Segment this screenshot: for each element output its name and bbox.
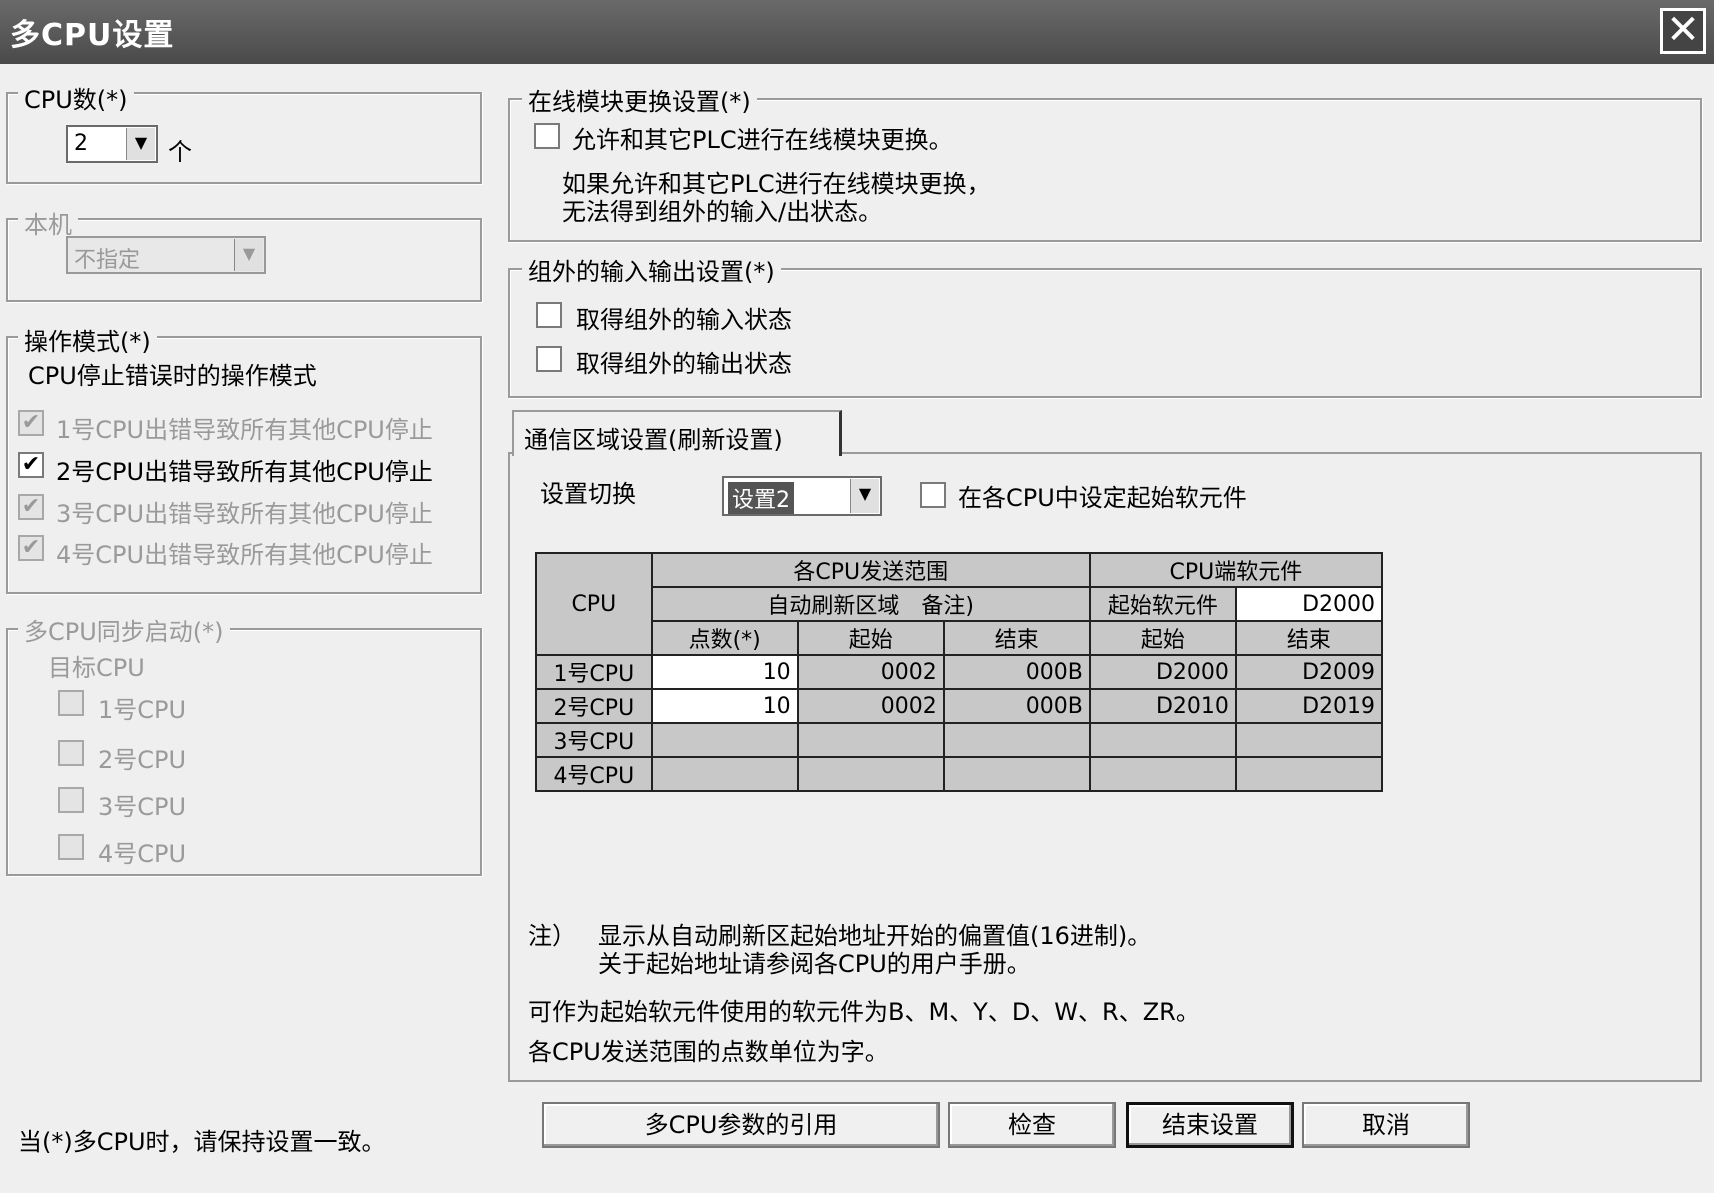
start-device-checkbox[interactable] (920, 482, 946, 508)
table-row: 1号CPU 10 0002 000B D2000 D2009 (535, 654, 1384, 690)
row-start: 0002 (796, 654, 945, 690)
host-select: 不指定 ▼ (66, 236, 266, 274)
notes-line-4: 各CPU发送范围的点数单位为字。 (528, 1038, 889, 1066)
row-end: 000B (942, 654, 1091, 690)
online-module-checkbox[interactable] (534, 123, 560, 149)
sync-label-4: 4号CPU (98, 840, 187, 868)
op-mode-cb-2[interactable]: ✔ (18, 452, 44, 478)
footer-hint: 当(*)多CPU时，请保持设置一致。 (18, 1128, 386, 1156)
table-row: 2号CPU 10 0002 000B D2010 D2019 (535, 688, 1384, 724)
h-dev-end: 结束 (1234, 620, 1384, 656)
host-legend: 本机 (18, 205, 78, 240)
op-mode-cb-3: ✔ (18, 494, 44, 520)
sync-label-3: 3号CPU (98, 793, 187, 821)
online-module-note-2: 无法得到组外的输入/出状态。 (562, 198, 883, 226)
sync-cb-3 (58, 787, 84, 813)
window-title: 多CPU设置 (10, 18, 175, 53)
row-cpu: 3号CPU (535, 722, 653, 758)
row-points (650, 756, 799, 792)
row-points[interactable]: 10 (650, 654, 799, 690)
row-dev-start (1088, 722, 1237, 758)
h-start-device: 起始软元件 (1088, 586, 1237, 622)
online-module-legend: 在线模块更换设置(*) (522, 82, 757, 117)
h-start: 起始 (796, 620, 945, 656)
row-dev-end: D2009 (1234, 654, 1384, 690)
cpu-count-unit: 个 (168, 138, 192, 166)
outside-io-legend: 组外的输入输出设置(*) (522, 252, 781, 287)
import-params-button[interactable]: 多CPU参数的引用 (542, 1102, 940, 1148)
row-end: 000B (942, 688, 1091, 724)
switch-select[interactable]: 设置2 ▼ (722, 476, 882, 516)
op-mode-cb-1: ✔ (18, 410, 44, 436)
chevron-down-icon[interactable]: ▼ (126, 128, 155, 160)
outside-output-checkbox[interactable] (536, 346, 562, 372)
sync-label-1: 1号CPU (98, 696, 187, 724)
sync-target-label: 目标CPU (48, 654, 145, 682)
table-row: 4号CPU (535, 756, 1384, 792)
sync-label-2: 2号CPU (98, 746, 187, 774)
op-mode-label-2: 2号CPU出错导致所有其他CPU停止 (56, 458, 433, 486)
online-module-label: 允许和其它PLC进行在线模块更换。 (572, 126, 953, 154)
row-dev-start: D2010 (1088, 688, 1237, 724)
row-start (796, 756, 945, 792)
cpu-count-value: 2 (74, 131, 88, 156)
notes-line-3: 可作为起始软元件使用的软元件为B、M、Y、D、W、R、ZR。 (528, 998, 1200, 1026)
chevron-down-icon[interactable]: ▼ (850, 479, 879, 513)
row-cpu: 2号CPU (535, 688, 653, 724)
row-end (942, 756, 1091, 792)
row-start (796, 722, 945, 758)
switch-label: 设置切换 (540, 480, 636, 508)
op-mode-label-3: 3号CPU出错导致所有其他CPU停止 (56, 500, 433, 528)
sync-cb-4 (58, 834, 84, 860)
row-points (650, 722, 799, 758)
sync-cb-2 (58, 740, 84, 766)
op-mode-subtitle: CPU停止错误时的操作模式 (28, 362, 317, 390)
row-start: 0002 (796, 688, 945, 724)
row-dev-end (1234, 756, 1384, 792)
op-mode-legend: 操作模式(*) (18, 322, 157, 357)
row-cpu: 4号CPU (535, 756, 653, 792)
tab-comm-area[interactable]: 通信区域设置(刷新设置) (512, 410, 842, 456)
comm-table: CPU 各CPU发送范围 CPU端软元件 自动刷新区域 备注) 起始软元件 D2… (535, 552, 1384, 792)
start-device-label: 在各CPU中设定起始软元件 (958, 484, 1247, 512)
row-points[interactable]: 10 (650, 688, 799, 724)
host-value: 不指定 (74, 248, 141, 273)
h-cpu-device: CPU端软元件 (1088, 552, 1384, 588)
op-mode-cb-4: ✔ (18, 535, 44, 561)
op-mode-label-4: 4号CPU出错导致所有其他CPU停止 (56, 541, 433, 569)
op-mode-label-1: 1号CPU出错导致所有其他CPU停止 (56, 416, 433, 444)
cpu-count-select[interactable]: 2 ▼ (66, 125, 158, 163)
row-cpu: 1号CPU (535, 654, 653, 690)
switch-value: 设置2 (728, 482, 794, 514)
outside-input-checkbox[interactable] (536, 302, 562, 328)
table-row: 3号CPU (535, 722, 1384, 758)
title-bar (0, 0, 1714, 64)
finish-button[interactable]: 结束设置 (1126, 1102, 1294, 1148)
chevron-down-icon: ▼ (234, 239, 263, 271)
h-end: 结束 (942, 620, 1091, 656)
cpu-count-legend: CPU数(*) (18, 80, 134, 115)
h-send-range: 各CPU发送范围 (650, 552, 1091, 588)
h-points: 点数(*) (650, 620, 799, 656)
close-button[interactable]: ✕ (1660, 8, 1706, 54)
sync-start-legend: 多CPU同步启动(*) (18, 612, 230, 647)
check-button[interactable]: 检查 (948, 1102, 1116, 1148)
start-device-value[interactable]: D2000 (1234, 586, 1384, 622)
notes-line-2: 关于起始地址请参阅各CPU的用户手册。 (598, 950, 1031, 978)
h-dev-start: 起始 (1088, 620, 1237, 656)
h-auto-refresh: 自动刷新区域 备注) (650, 586, 1091, 622)
row-dev-end: D2019 (1234, 688, 1384, 724)
outside-input-label: 取得组外的输入状态 (576, 306, 792, 334)
row-end (942, 722, 1091, 758)
notes-prefix: 注） (528, 922, 576, 950)
cancel-button[interactable]: 取消 (1302, 1102, 1470, 1148)
outside-output-label: 取得组外的输出状态 (576, 350, 792, 378)
row-dev-start (1088, 756, 1237, 792)
row-dev-start: D2000 (1088, 654, 1237, 690)
sync-cb-1 (58, 690, 84, 716)
h-cpu: CPU (535, 552, 653, 656)
row-dev-end (1234, 722, 1384, 758)
tab-comm-area-label: 通信区域设置(刷新设置) (524, 426, 783, 454)
